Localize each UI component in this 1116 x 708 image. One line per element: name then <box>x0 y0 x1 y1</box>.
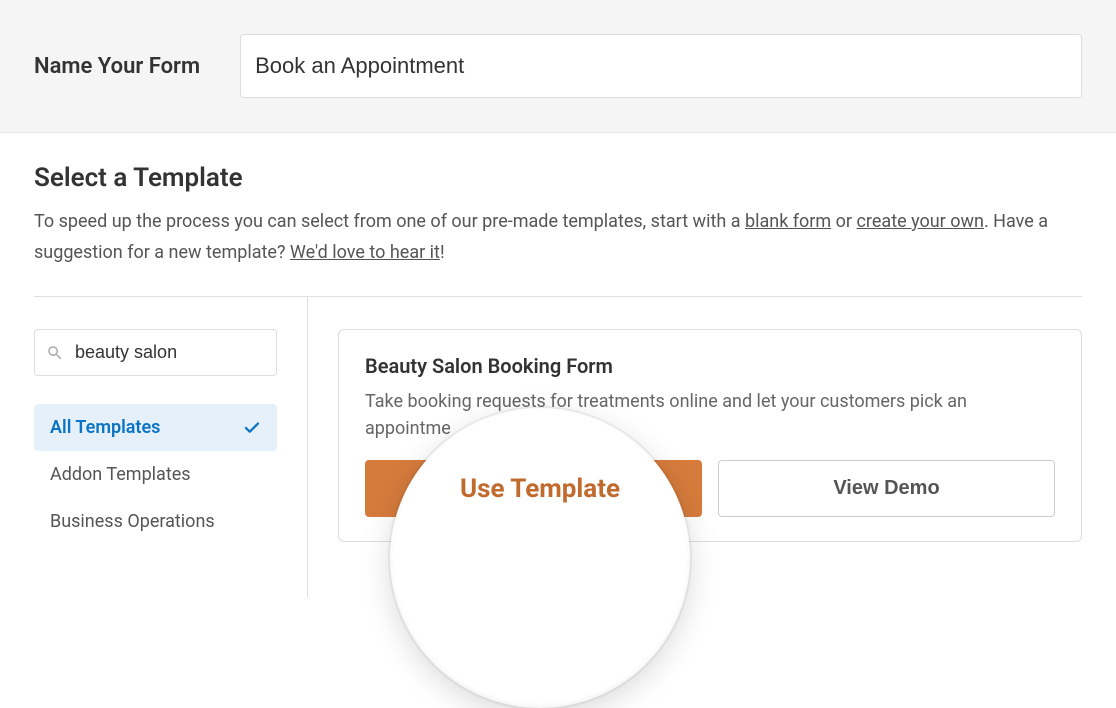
category-label: Addon Templates <box>50 464 191 485</box>
category-addon-templates[interactable]: Addon Templates <box>34 451 277 498</box>
magnifier-overlay: Use Template <box>390 408 690 708</box>
blank-form-link[interactable]: blank form <box>745 211 831 232</box>
search-icon <box>46 344 64 362</box>
category-all-templates[interactable]: All Templates <box>34 404 277 451</box>
magnifier-text: Use Template <box>460 474 620 504</box>
desc-text-1: To speed up the process you can select f… <box>34 211 745 232</box>
category-business-operations[interactable]: Business Operations <box>34 498 277 545</box>
template-sidebar: All Templates Addon Templates Business O… <box>34 297 308 597</box>
top-bar: Name Your Form <box>0 0 1116 133</box>
template-card-title: Beauty Salon Booking Form <box>365 354 1055 378</box>
desc-text-4: ! <box>440 242 445 263</box>
category-list: All Templates Addon Templates Business O… <box>34 404 277 545</box>
desc-text-2: or <box>831 211 856 232</box>
select-template-heading: Select a Template <box>34 163 1082 193</box>
search-wrapper <box>34 329 277 376</box>
check-icon <box>243 419 261 437</box>
form-name-input[interactable] <box>240 34 1082 98</box>
category-label: All Templates <box>50 417 160 438</box>
feedback-link[interactable]: We'd love to hear it <box>290 242 440 263</box>
view-demo-button[interactable]: View Demo <box>718 460 1055 517</box>
name-your-form-label: Name Your Form <box>34 54 200 79</box>
select-template-description: To speed up the process you can select f… <box>34 207 1082 268</box>
template-search-input[interactable] <box>34 329 277 376</box>
category-label: Business Operations <box>50 511 215 532</box>
create-your-own-link[interactable]: create your own <box>857 211 984 232</box>
